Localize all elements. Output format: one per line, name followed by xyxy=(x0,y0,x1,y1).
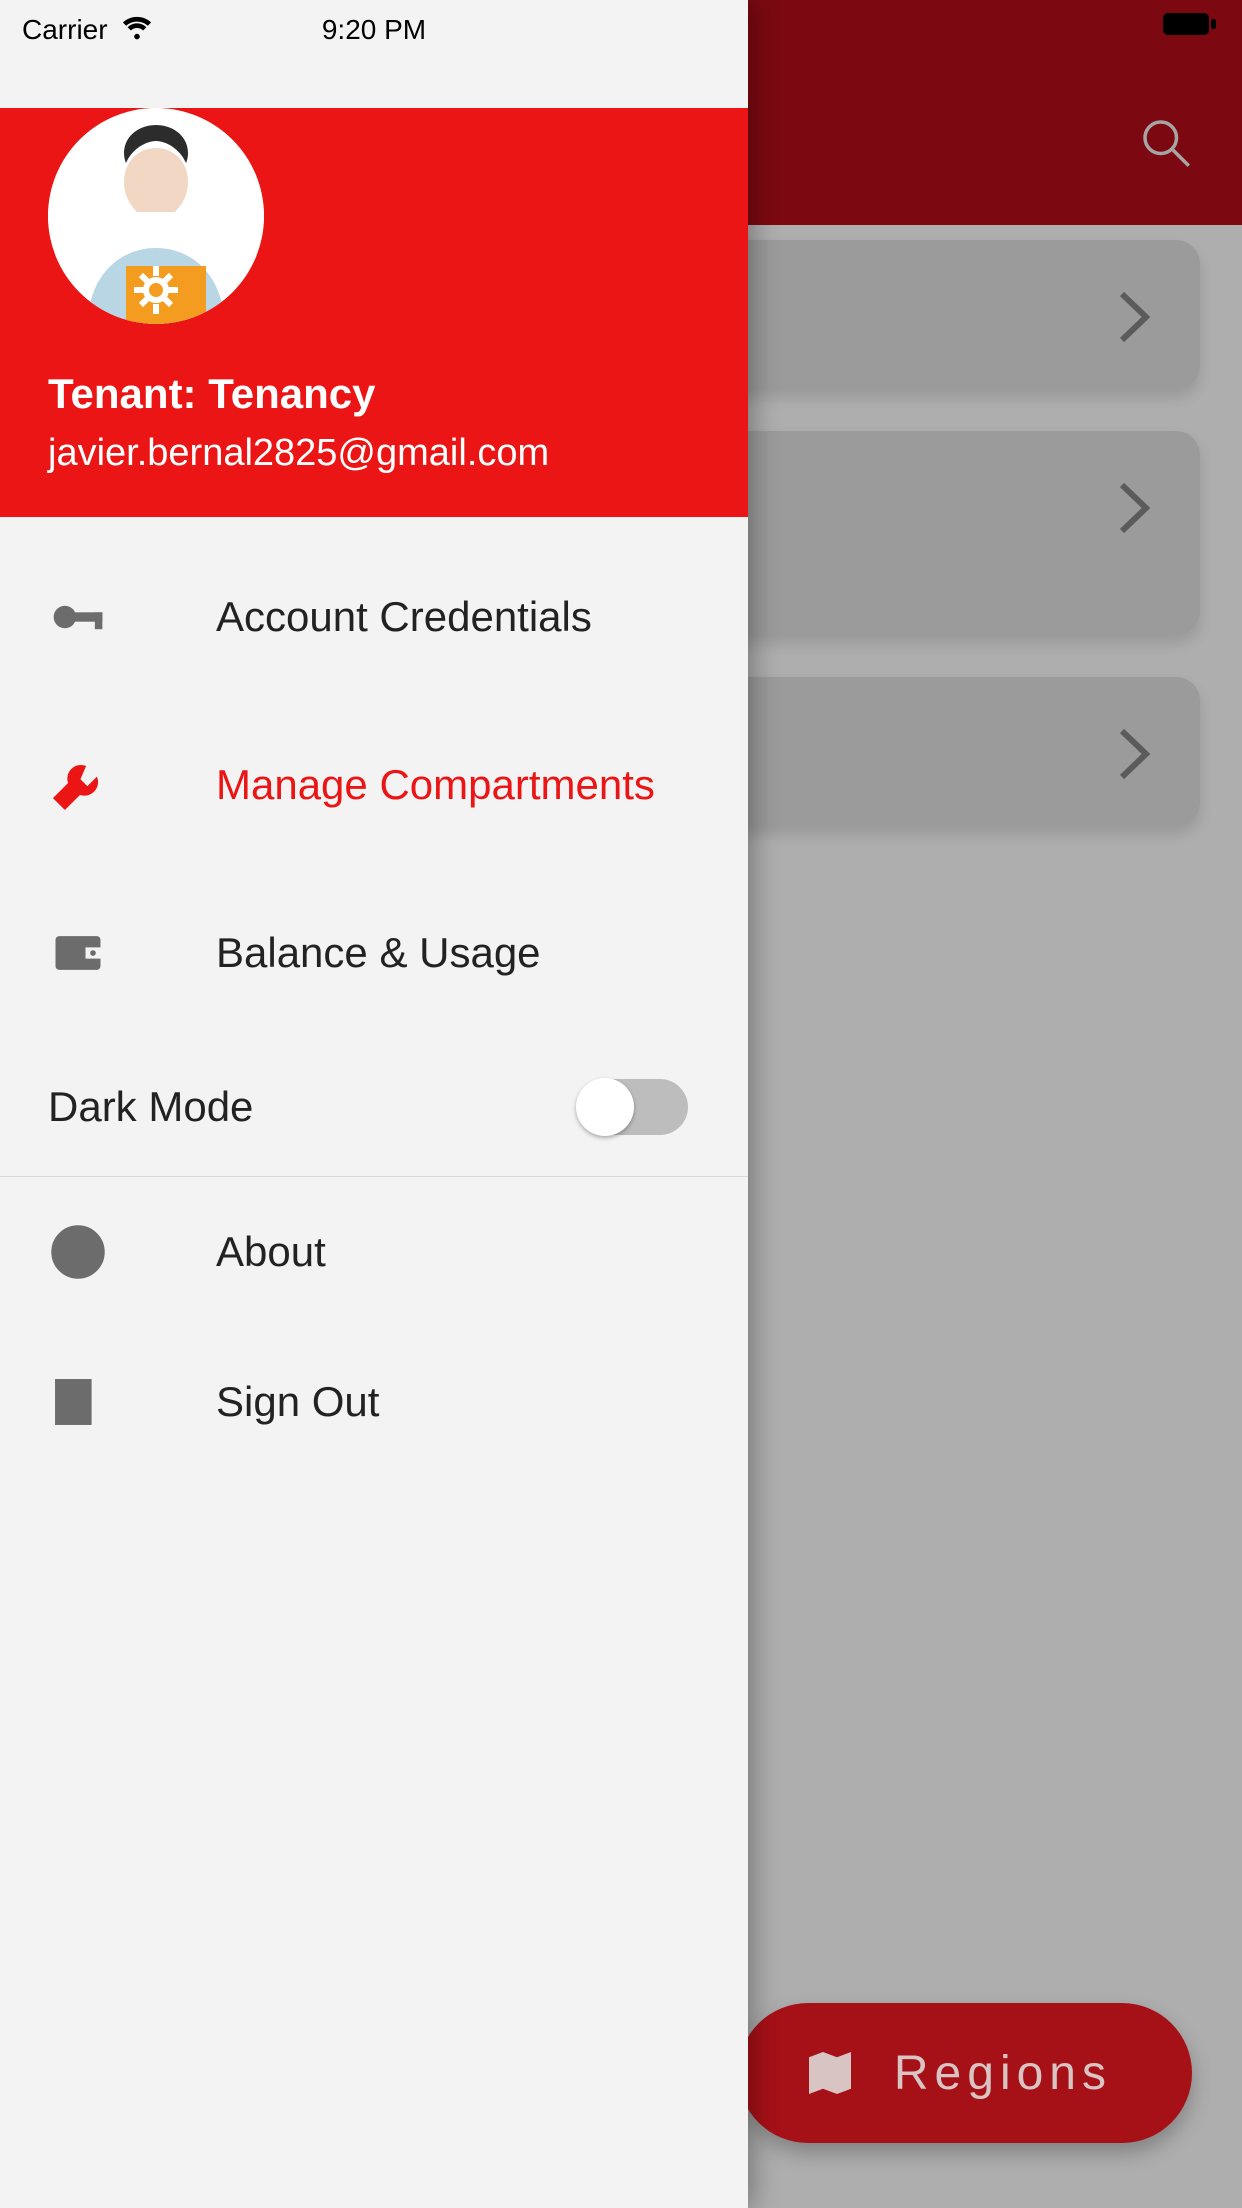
wallet-icon xyxy=(48,923,216,983)
key-icon xyxy=(48,587,216,647)
sidebar-item-sign-out[interactable]: Sign Out xyxy=(0,1327,748,1477)
drawer-menu: Account Credentials Manage Compartments … xyxy=(0,517,748,1477)
wifi-icon xyxy=(122,15,152,45)
battery-icon xyxy=(1162,10,1218,38)
info-icon xyxy=(48,1222,216,1282)
sidebar-item-label: About xyxy=(216,1228,326,1276)
regions-fab[interactable]: Regions xyxy=(738,2003,1192,2143)
wrench-icon xyxy=(48,755,216,815)
drawer-header: Tenant: Tenancy javier.bernal2825@gmail.… xyxy=(0,108,748,517)
sidebar-item-label: Account Credentials xyxy=(216,593,592,641)
sidebar-item-about[interactable]: About xyxy=(0,1177,748,1327)
navigation-drawer: Tenant: Tenancy javier.bernal2825@gmail.… xyxy=(0,0,748,2208)
sidebar-item-label: Manage Compartments xyxy=(216,761,655,809)
tenant-label: Tenant: Tenancy xyxy=(48,370,748,418)
sidebar-item-label: Balance & Usage xyxy=(216,929,541,977)
status-time: 9:20 PM xyxy=(322,14,426,46)
dark-mode-row: Dark Mode xyxy=(0,1037,748,1177)
sidebar-item-manage-compartments[interactable]: Manage Compartments xyxy=(0,701,748,869)
sidebar-item-balance-usage[interactable]: Balance & Usage xyxy=(0,869,748,1037)
status-bar: Carrier 9:20 PM xyxy=(0,0,748,52)
map-icon xyxy=(802,2045,858,2101)
fab-label: Regions xyxy=(894,2046,1112,2101)
sign-out-icon xyxy=(48,1372,216,1432)
dark-mode-toggle[interactable] xyxy=(578,1079,688,1135)
dark-mode-label: Dark Mode xyxy=(48,1083,253,1131)
sidebar-item-label: Sign Out xyxy=(216,1378,379,1426)
user-email: javier.bernal2825@gmail.com xyxy=(48,432,748,475)
avatar[interactable] xyxy=(48,108,264,324)
toggle-knob xyxy=(576,1078,634,1136)
sidebar-item-account-credentials[interactable]: Account Credentials xyxy=(0,533,748,701)
carrier-label: Carrier xyxy=(22,14,108,46)
